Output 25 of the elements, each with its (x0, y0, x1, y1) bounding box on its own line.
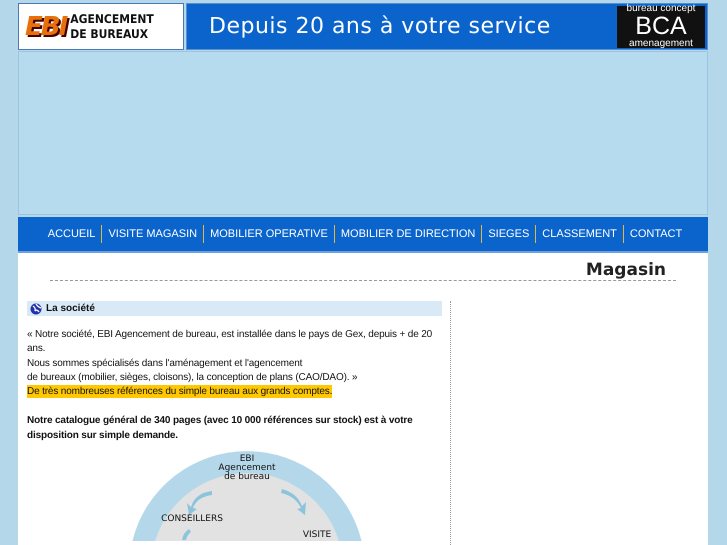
paragraph: Nous sommes spécialisés dans l'aménagement et l'agencement (27, 358, 302, 369)
nav-link[interactable]: MOBILIER OPERATIVE (204, 228, 334, 240)
partner-logo: bureau concept BCA amenagement (617, 6, 705, 48)
arrow-icon (182, 529, 191, 540)
paragraph: « Notre société, EBI Agencement de bureau, est installée dans le pays de Gex, depuis + de 20 ans. (27, 329, 432, 354)
nav-link[interactable]: CONTACT (624, 228, 688, 240)
slogan-text: Depuis 20 ans à votre service (208, 14, 551, 39)
globe-icon (30, 302, 42, 314)
nav-link[interactable]: SIEGES (482, 228, 536, 240)
nav-link[interactable]: VISITE MAGASIN (102, 228, 204, 240)
page-title: Magasin (586, 260, 667, 280)
diagram-label: EBI (240, 454, 254, 464)
nav-link[interactable]: MOBILIER DE DIRECTION (334, 228, 482, 240)
paragraph: de bureaux (mobilier, sièges, cloisons), la conception de plans (CAO/DAO). » (27, 372, 358, 383)
highlighted-text: De très nombreuses références du simple bureau aux grands comptes. (27, 385, 332, 398)
arrow-icon (187, 491, 212, 516)
diagram-label: Agencement (218, 463, 276, 474)
arrow-icon (281, 489, 306, 516)
diagram-label: CONSEILLERS (161, 514, 223, 524)
nav-link[interactable]: ACCUEIL (42, 228, 102, 240)
section-title: La société (46, 303, 95, 314)
nav-link[interactable]: CLASSEMENT (536, 228, 623, 240)
diagram-label: VISITE (302, 530, 332, 540)
paragraph: Notre catalogue général de 340 pages (avec 10 000 références sur stock) est à votre disposition sur simple demande. (27, 415, 413, 442)
diagram-label: de bureau (224, 472, 270, 482)
